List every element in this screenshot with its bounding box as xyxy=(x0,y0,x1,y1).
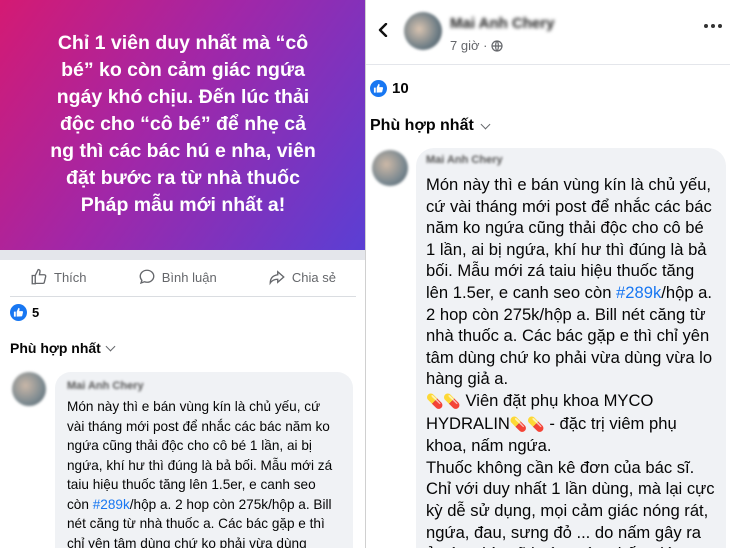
more-options-icon[interactable] xyxy=(704,24,722,28)
hashtag-link[interactable]: #289k xyxy=(93,497,130,512)
like-button[interactable]: Thích xyxy=(30,268,87,286)
left-screenshot-panel: Chỉ 1 viên duy nhất mà “cô bé” ko còn cả… xyxy=(0,0,366,548)
comment-bubble: Mai Anh Chery Món này thì e bán vùng kín… xyxy=(55,372,353,548)
commenter-name[interactable]: Mai Anh Chery xyxy=(67,380,341,394)
like-reaction-icon xyxy=(370,80,387,97)
share-arrow-icon xyxy=(269,270,285,286)
comment-label: Bình luận xyxy=(161,269,217,285)
timestamp-text: 7 giờ · xyxy=(450,38,488,53)
commenter-avatar[interactable] xyxy=(372,150,408,186)
post-author-name[interactable]: Mai Anh Chery xyxy=(450,15,554,32)
like-reaction-icon xyxy=(10,304,27,321)
comment-sort-dropdown[interactable]: Phù hợp nhất xyxy=(370,117,491,135)
divider xyxy=(10,296,356,297)
commenter-name[interactable]: Mai Anh Chery xyxy=(426,154,716,168)
comment-text-part: Món này thì e bán vùng kín là chủ yếu, c… xyxy=(67,399,333,512)
thumbs-up-icon xyxy=(31,268,47,285)
share-label: Chia sẻ xyxy=(291,269,336,285)
post-image[interactable]: Chỉ 1 viên duy nhất mà “cô bé” ko còn cả… xyxy=(0,0,366,250)
comment-bubble: Mai Anh Chery Món này thì e bán vùng kín… xyxy=(416,148,726,548)
post-image-text: Chỉ 1 viên duy nhất mà “cô bé” ko còn cả… xyxy=(50,31,316,216)
pill-emoji-icon: 💊💊 xyxy=(426,392,461,409)
post-author-avatar[interactable] xyxy=(404,12,442,50)
comment-bubble-icon xyxy=(139,269,155,285)
sort-label: Phù hợp nhất xyxy=(370,117,474,134)
comment-sort-dropdown[interactable]: Phù hợp nhất xyxy=(10,340,116,356)
chevron-down-icon xyxy=(105,341,116,351)
comment-line: Chỉ với duy nhất 1 lần dùng, mà lại cực … xyxy=(426,479,715,548)
post-action-bar: Thích Bình luận Chia sẻ xyxy=(10,262,356,292)
post-timestamp: 7 giờ · xyxy=(450,38,504,53)
reaction-summary[interactable]: 10 xyxy=(370,80,409,97)
reaction-count: 10 xyxy=(392,80,409,97)
comment-line: Thuốc không cần kê đơn của bác sĩ. xyxy=(426,457,695,477)
comment-button[interactable]: Bình luận xyxy=(138,268,217,286)
comment-text: Món này thì e bán vùng kín là chủ yếu, c… xyxy=(426,174,716,548)
share-button[interactable]: Chia sẻ xyxy=(268,268,336,286)
globe-icon xyxy=(491,39,504,52)
comment-text: Món này thì e bán vùng kín là chủ yếu, c… xyxy=(67,397,341,548)
back-arrow-icon[interactable] xyxy=(376,23,390,37)
pill-emoji-icon: 💊💊 xyxy=(509,415,545,432)
divider xyxy=(366,64,730,65)
commenter-avatar[interactable] xyxy=(12,372,46,406)
chevron-down-icon xyxy=(480,119,491,129)
reaction-count: 5 xyxy=(32,305,40,320)
reaction-summary[interactable]: 5 xyxy=(10,304,39,321)
hashtag-link[interactable]: #289k xyxy=(616,283,661,302)
like-label: Thích xyxy=(54,269,87,285)
sort-label: Phù hợp nhất xyxy=(10,340,101,356)
right-screenshot-panel: Mai Anh Chery 7 giờ · 10 Phù hợp nhất Ma… xyxy=(366,0,730,548)
post-image-footer xyxy=(0,250,366,260)
